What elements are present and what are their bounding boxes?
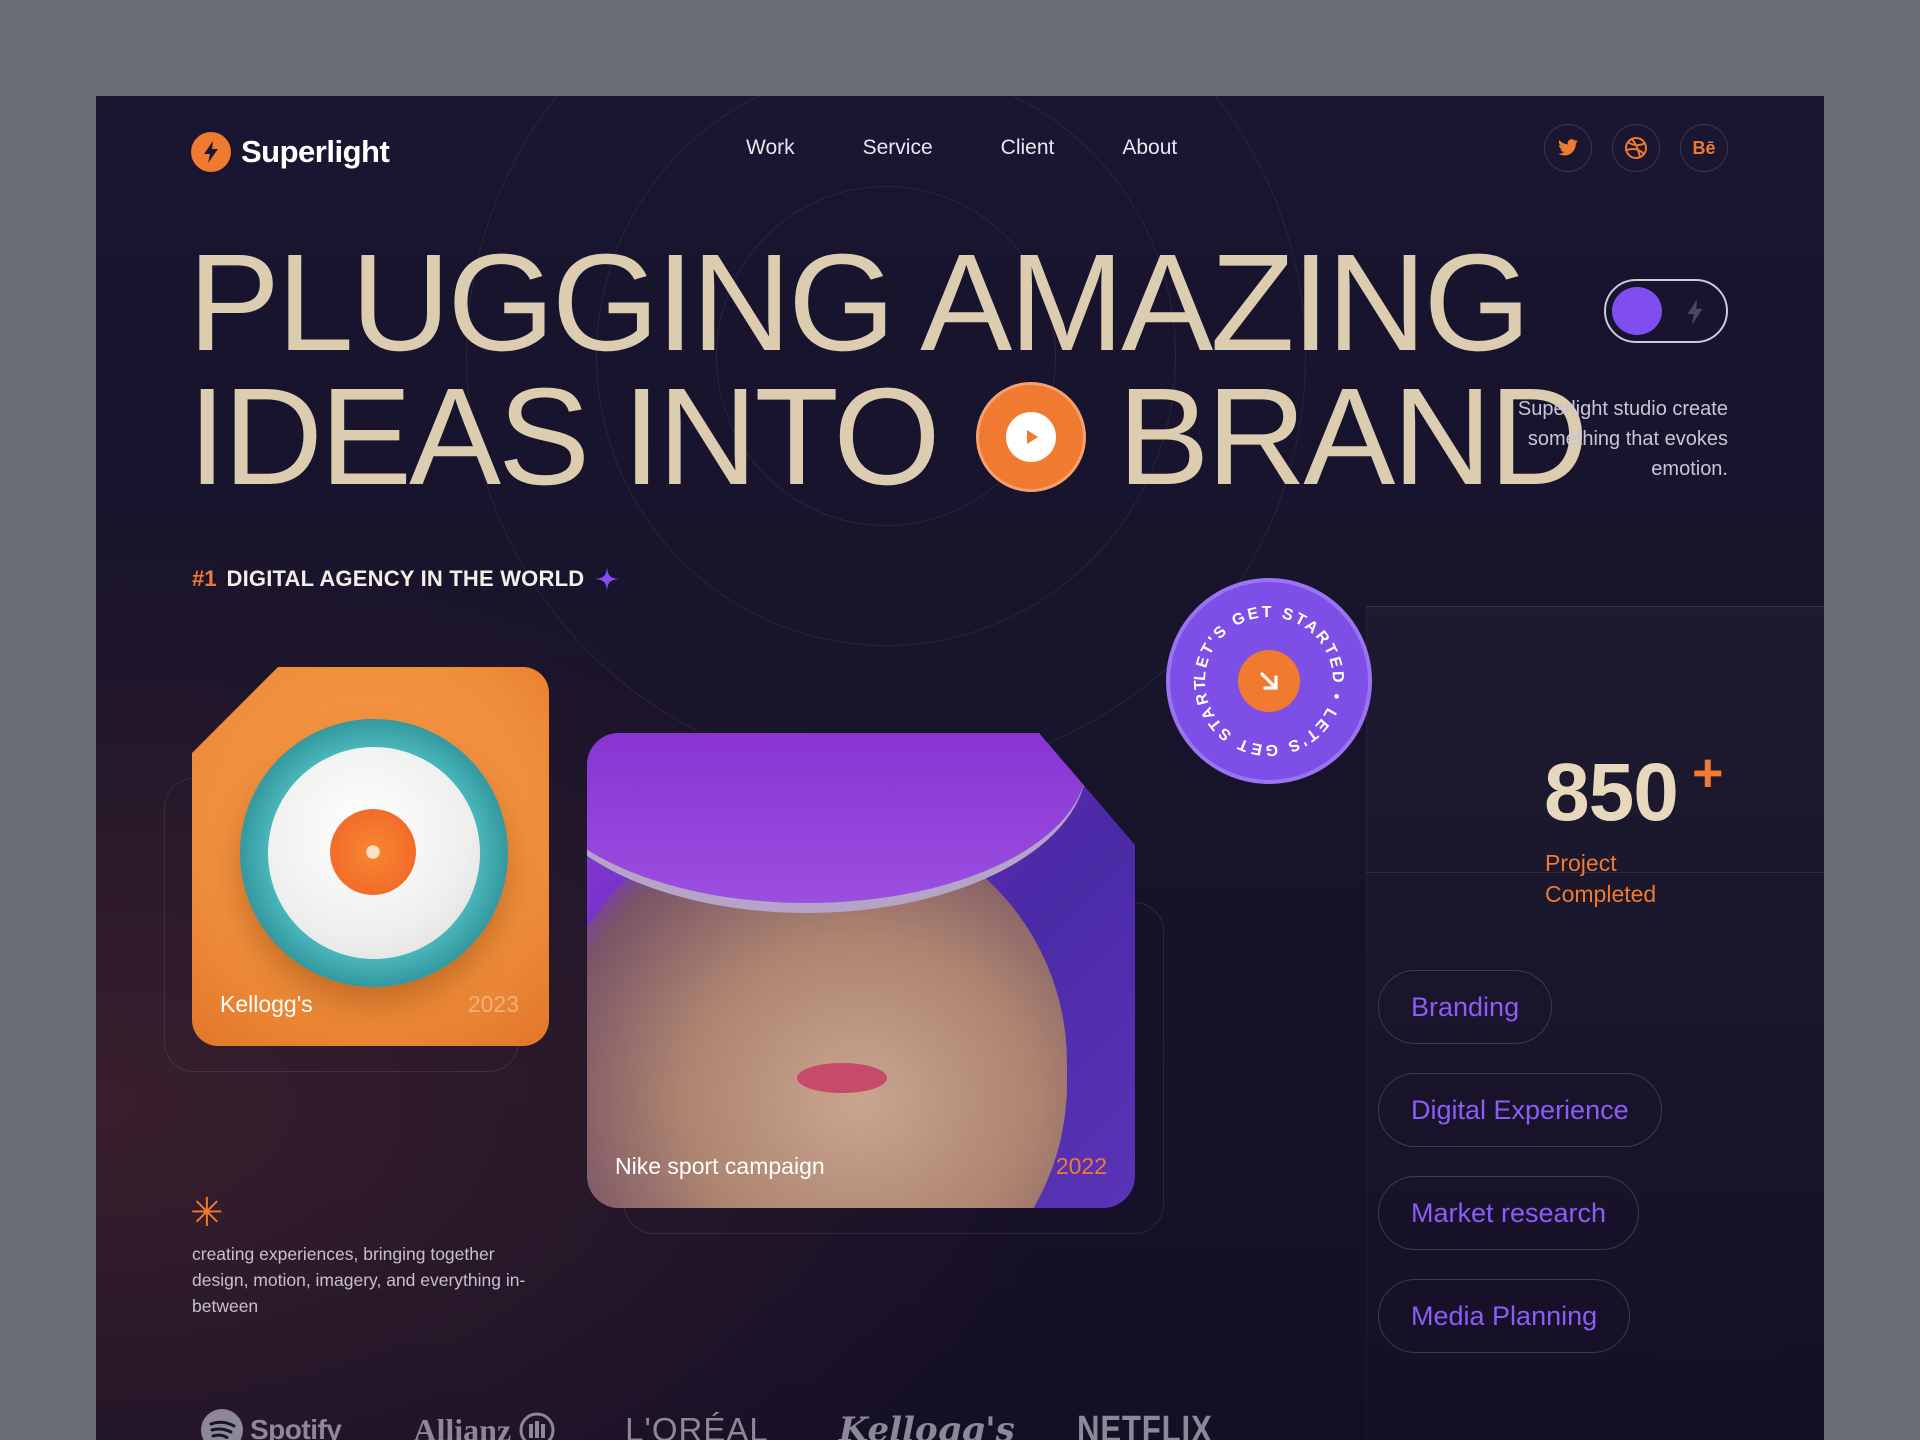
play-button[interactable] bbox=[975, 382, 1086, 492]
plate-image bbox=[240, 719, 508, 987]
card-title: Kellogg's bbox=[220, 991, 313, 1017]
client-name: Spotify bbox=[250, 1414, 342, 1440]
landing-page: Superlight Work Service Client About Bē … bbox=[96, 96, 1824, 1440]
agency-rank: #1 bbox=[192, 566, 217, 591]
plate-inner bbox=[268, 747, 480, 959]
social-links: Bē bbox=[1544, 124, 1728, 172]
bolt-icon bbox=[191, 132, 231, 172]
play-icon bbox=[1005, 412, 1056, 462]
service-pill-market-research[interactable]: Market research bbox=[1378, 1176, 1640, 1250]
client-logo-loreal: L'ORÉAL bbox=[625, 1411, 769, 1440]
theme-toggle[interactable] bbox=[1604, 279, 1728, 343]
brand-logo[interactable]: Superlight bbox=[191, 132, 390, 172]
service-pill-media-planning[interactable]: Media Planning bbox=[1378, 1279, 1631, 1353]
project-card-kelloggs[interactable]: Kellogg's 2023 bbox=[192, 667, 549, 1046]
visor-shape bbox=[587, 733, 1087, 913]
stat-label: Project Completed bbox=[1545, 850, 1657, 907]
stat-suffix: + bbox=[1692, 743, 1724, 803]
hero-tagline: Superlight studio create something that … bbox=[1517, 398, 1728, 480]
card-title: Nike sport campaign bbox=[615, 1153, 825, 1179]
client-logo-netflix: NETFLIX bbox=[1077, 1409, 1242, 1440]
agency-text: DIGITAL AGENCY IN THE WORLD bbox=[226, 566, 585, 591]
service-pill-digital-experience[interactable]: Digital Experience bbox=[1378, 1073, 1662, 1147]
card-year: 2023 bbox=[467, 991, 519, 1017]
sparkle-icon bbox=[595, 567, 620, 591]
service-pill-branding[interactable]: Branding bbox=[1378, 970, 1553, 1044]
nav-item-work[interactable]: Work bbox=[746, 136, 795, 160]
client-name: L'ORÉAL bbox=[625, 1411, 769, 1440]
client-logo-allianz: Allianz bbox=[413, 1412, 555, 1440]
bolt-icon bbox=[1684, 298, 1706, 331]
client-name: NETFLIX bbox=[1076, 1408, 1213, 1440]
client-name: Allianz bbox=[413, 1411, 512, 1440]
client-logo-spotify: Spotify bbox=[200, 1408, 342, 1440]
brand-name: Superlight bbox=[241, 134, 390, 169]
description-text: creating experiences, bringing together … bbox=[192, 1244, 526, 1316]
dribbble-icon[interactable] bbox=[1612, 124, 1660, 172]
orange-slice bbox=[330, 809, 416, 895]
behance-icon[interactable]: Bē bbox=[1680, 124, 1728, 172]
hero-line-2: IDEAS INTO BRAND bbox=[188, 360, 1589, 514]
project-card-nike[interactable]: Nike sport campaign 2022 bbox=[587, 733, 1135, 1208]
client-logo-kelloggs: Kellogg's bbox=[839, 1410, 1015, 1440]
agency-claim: #1 DIGITAL AGENCY IN THE WORLD bbox=[192, 566, 620, 592]
spotify-icon bbox=[201, 1409, 243, 1440]
client-name: Kellogg's bbox=[838, 1410, 1015, 1440]
nav-item-client[interactable]: Client bbox=[1001, 136, 1055, 160]
twitter-icon[interactable] bbox=[1544, 124, 1592, 172]
arrow-down-right-icon bbox=[1238, 650, 1300, 712]
hero-line-2-left: IDEAS INTO bbox=[188, 360, 941, 514]
card-year: 2022 bbox=[1055, 1153, 1107, 1179]
nav-item-service[interactable]: Service bbox=[863, 136, 933, 160]
get-started-badge[interactable]: LET'S GET STARTED • LET'S GET STARTED • bbox=[1166, 578, 1372, 784]
hero-headline: PLUGGING AMAZING IDEAS INTO BRAND bbox=[188, 226, 1589, 514]
portrait-lips bbox=[797, 1063, 887, 1093]
divider bbox=[1366, 606, 1824, 607]
asterisk-icon: ✳ bbox=[190, 1191, 224, 1235]
toggle-knob bbox=[1612, 287, 1662, 335]
main-nav: Work Service Client About bbox=[746, 136, 1177, 160]
stat-number: 850 bbox=[1544, 747, 1679, 838]
allianz-icon bbox=[519, 1412, 555, 1440]
client-logos: Spotify Allianz L'ORÉAL Kellogg's NETFLI… bbox=[200, 1408, 1242, 1440]
hero-line-1: PLUGGING AMAZING bbox=[188, 226, 1531, 380]
nav-item-about[interactable]: About bbox=[1122, 136, 1177, 160]
